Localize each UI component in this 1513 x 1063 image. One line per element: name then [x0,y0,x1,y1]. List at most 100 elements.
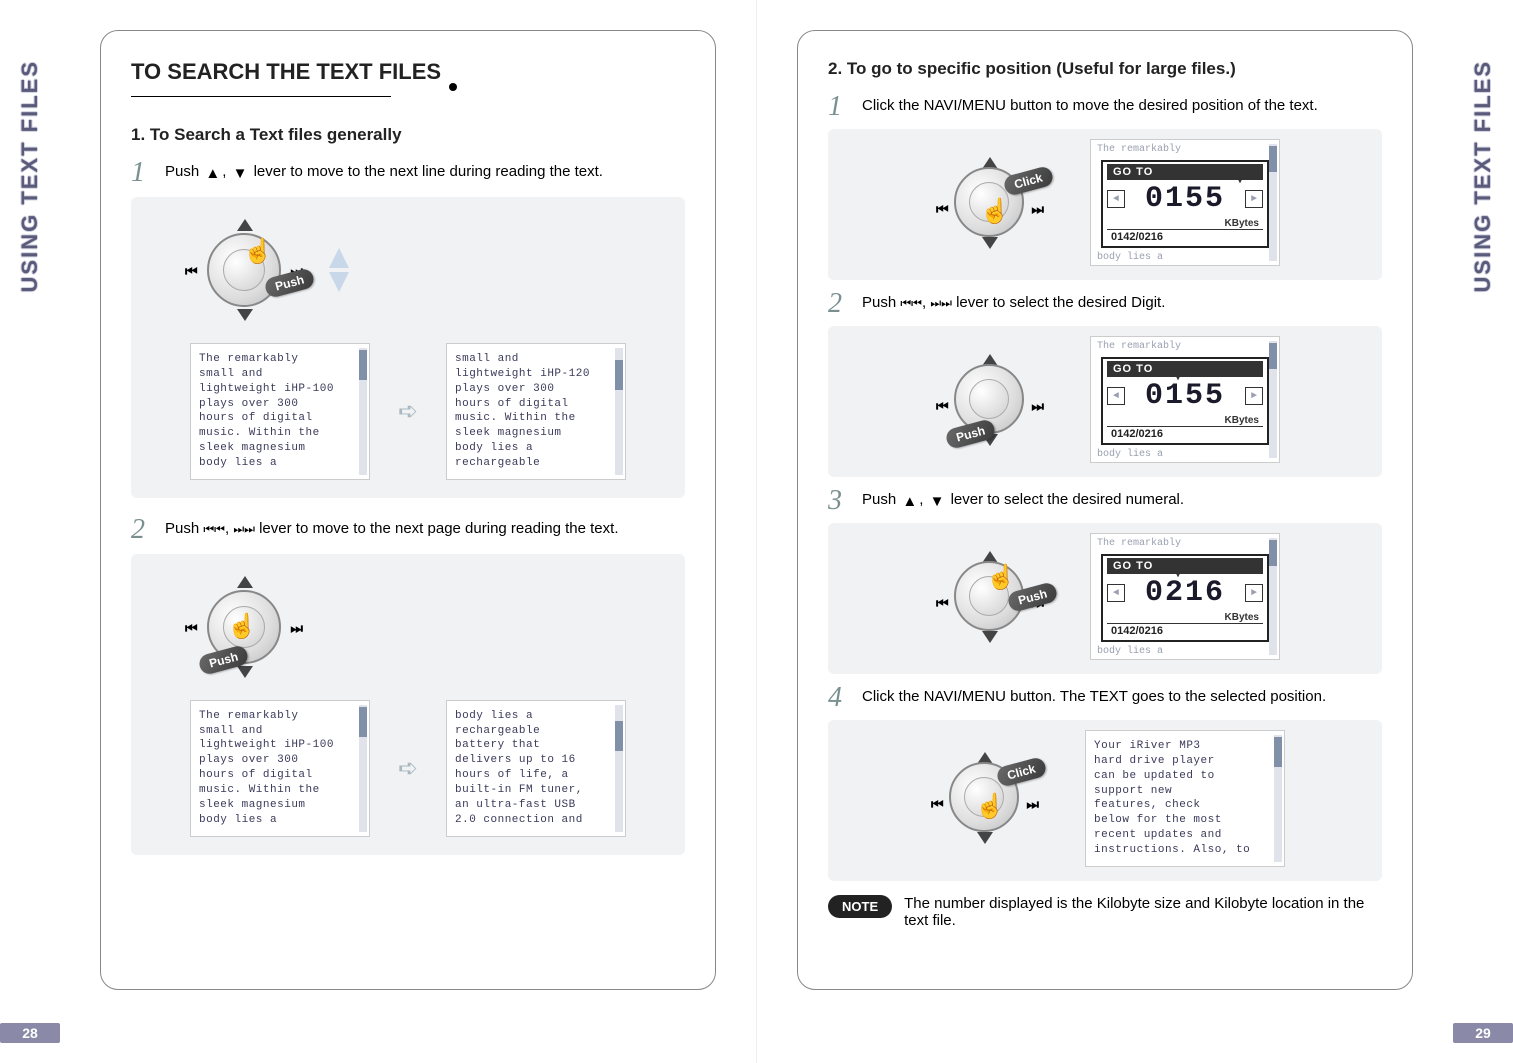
left-side-tab: USING TEXT FILES [0,0,60,1063]
rewind-icon: ⏮ [185,620,198,637]
joystick-row: ⏮ ⏭ ☝ Push [151,572,665,682]
screens-row: The remarkably small and lightweight iHP… [151,343,665,480]
scroll-thumb [1269,343,1277,369]
right-step4-panel: ⏮ ⏭ ☝ Click Your iRiver MP3 hard drive p… [828,720,1382,881]
rewind-icon: ⏮ [185,263,198,280]
note-row: NOTE The number displayed is the Kilobyt… [828,895,1382,929]
scroll-thumb [359,707,367,737]
side-tab-text-right: USING TEXT FILES [1470,60,1496,292]
step-number: 4 [828,684,852,712]
right-step1-row: 1 Click the NAVI/MENU button to move the… [828,93,1382,121]
page-left: TO SEARCH THE TEXT FILES 1. To Search a … [60,0,757,1063]
main-heading-text: TO SEARCH THE TEXT FILES [131,59,441,84]
screen-text: The remarkably small and lightweight iHP… [199,353,334,469]
forward-icon: ⏭ [1031,398,1044,415]
step-text-b: lever to move to the next page during re… [259,520,618,537]
up-arrow-icon: ▲ [902,493,917,510]
scroll-thumb [359,350,367,380]
hand-pointer-icon: ☝ [980,197,1010,226]
note-text: The number displayed is the Kilobyte siz… [904,895,1382,929]
arrow-down-icon [329,272,349,292]
right-step1-panel: ⏮ ⏭ ☝ Click The remarkably GO TO ◄ [828,129,1382,280]
text-screen-before: The remarkably small and lightweight iHP… [190,343,370,480]
prev-track-icon: ⏮⏮ [203,522,225,536]
rewind-icon: ⏮ [936,595,949,612]
goto-footer-text: body lies a [1091,447,1279,462]
rewind-icon: ⏮ [936,398,949,415]
hand-pointer-icon: ☝ [986,563,1016,592]
step-number: 2 [131,516,155,544]
heading-dot-icon [449,83,457,91]
screens-row: The remarkably small and lightweight iHP… [151,700,665,837]
scroll-thumb [1269,540,1277,566]
next-track-icon: ⏭⏭ [233,522,255,536]
step-text-a: Push [862,491,900,508]
vertical-arrows [329,248,349,292]
left-step1-row: 1 Push ▲, ▼ lever to move to the next li… [131,159,685,187]
goto-dialog: GO TO ◄ ▾ 0155 ► KBytes 0142/0216 [1101,357,1269,445]
forward-icon: ⏭ [1026,796,1039,813]
rewind-icon: ⏮ [936,201,949,218]
forward-icon: ⏭ [290,620,303,637]
triangle-down-icon [977,832,993,844]
goto-prev-icon: ◄ [1107,387,1125,405]
goto-footer-text: body lies a [1091,644,1279,659]
scroll-thumb [1274,737,1282,767]
step-text: Click the NAVI/MENU button to move the d… [862,93,1318,114]
goto-bg-text: The remarkably [1091,337,1279,355]
step-number: 1 [828,93,852,121]
step-number: 3 [828,487,852,515]
goto-digits-row: ◄ ▾ 0155 ► [1107,180,1263,218]
right-step2-row: 2 Push ⏮⏮, ⏭⏭ lever to select the desire… [828,290,1382,318]
transition-arrow-icon: ➪ [388,754,428,783]
goto-dialog: GO TO ◄ ▾ 0155 ► KBytes 0142/0216 [1101,160,1269,248]
goto-footer-text: body lies a [1091,250,1279,265]
text-screen-after: body lies a rechargeable battery that de… [446,700,626,837]
goto-kbytes-label: KBytes [1107,612,1263,623]
goto-prev-icon: ◄ [1107,584,1125,602]
goto-digits: 0155 [1145,379,1225,413]
step-text-b: lever to select the desired numeral. [951,491,1184,508]
joystick-diagram: ⏮ ⏭ Push [930,350,1050,450]
step-text: Click the NAVI/MENU button. The TEXT goe… [862,684,1326,705]
goto-bg-text: The remarkably [1091,140,1279,158]
screen-text: Your iRiver MP3 hard drive player can be… [1094,740,1250,856]
left-step1-panel: ⏮ ⏭ ☝ Push The remarkab [131,197,685,498]
action-badge: Click [1002,165,1054,197]
note-badge: NOTE [828,895,892,918]
scroll-thumb [615,721,623,751]
page-number-right: 29 [1453,1023,1513,1043]
screen-text: small and lightweight iHP-120 plays over… [455,353,590,469]
digit-marker-icon: ▾ [1175,570,1181,582]
joystick-diagram: ⏮ ⏭ ☝ Push [179,215,309,325]
pages-container: TO SEARCH THE TEXT FILES 1. To Search a … [60,0,1453,1063]
goto-next-icon: ► [1245,190,1263,208]
joystick-diagram: ⏮ ⏭ ☝ Push [179,572,309,682]
triangle-up-icon [237,219,253,231]
goto-screen: The remarkably GO TO ◄ ▾ 0155 ► KBytes [1090,336,1280,463]
right-side-tab: USING TEXT FILES [1453,0,1513,1063]
left-step2-panel: ⏮ ⏭ ☝ Push The remarkably small and ligh… [131,554,685,855]
goto-next-icon: ► [1245,387,1263,405]
goto-digits: 0155 [1145,182,1225,216]
right-step3-panel: ⏮ ⏭ ☝ Push The remarkably GO TO ◄ [828,523,1382,674]
sub-heading-1: 1. To Search a Text files generally [131,125,685,145]
right-step3-row: 3 Push ▲, ▼ lever to select the desired … [828,487,1382,515]
left-step2-row: 2 Push ⏮⏮, ⏭⏭ lever to move to the next … [131,516,685,544]
hand-pointer-icon: ☝ [243,237,273,266]
step-text-a: Push [165,163,203,180]
screen-text: The remarkably small and lightweight iHP… [199,710,334,826]
joystick-diagram: ⏮ ⏭ ☝ Push [930,547,1050,647]
page-number-left: 28 [0,1023,60,1043]
right-step2-panel: ⏮ ⏭ Push The remarkably GO TO ◄ ▾ [828,326,1382,477]
goto-digits: 0216 [1145,576,1225,610]
joystick-diagram: ⏮ ⏭ ☝ Click [925,748,1045,848]
goto-digits-row: ◄ ▾ 0216 ► [1107,574,1263,612]
digit-marker-icon: ▾ [1237,176,1243,188]
step-text-a: Push [862,294,900,311]
page-right: 2. To go to specific position (Useful fo… [757,0,1453,1063]
joystick-diagram: ⏮ ⏭ ☝ Click [930,153,1050,253]
goto-next-icon: ► [1245,584,1263,602]
goto-progress: 0142/0216 [1107,229,1263,244]
content-frame-left: TO SEARCH THE TEXT FILES 1. To Search a … [100,30,716,990]
